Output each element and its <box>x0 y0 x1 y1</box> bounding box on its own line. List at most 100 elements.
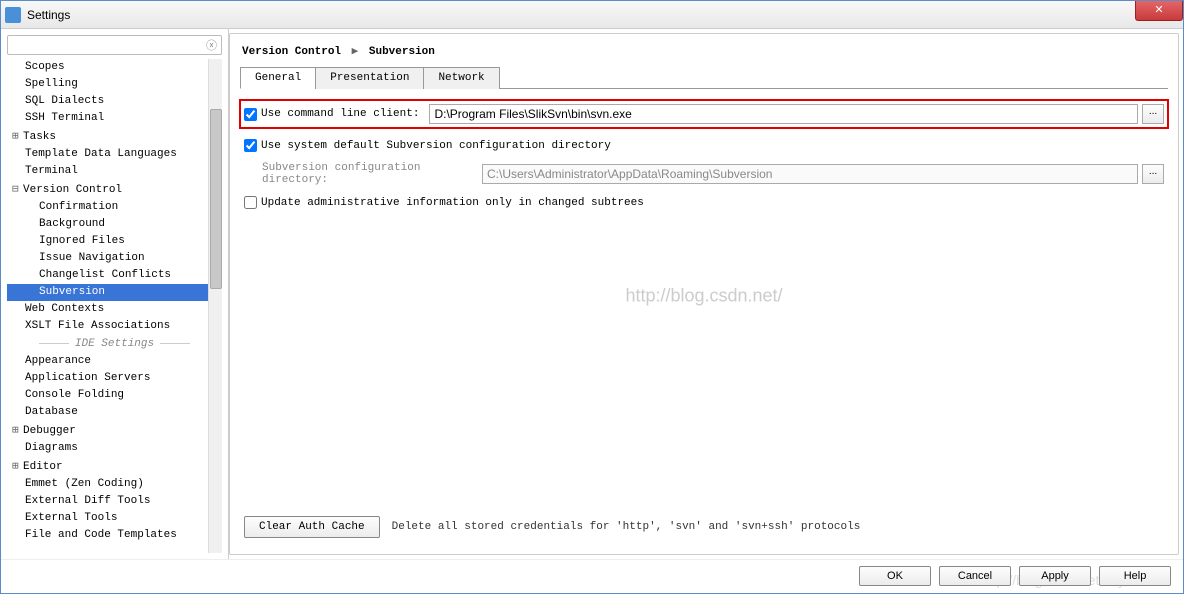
tree-item[interactable]: External Tools <box>7 510 222 527</box>
tree-item-label: External Diff Tools <box>25 495 150 507</box>
tree-item[interactable]: Diagrams <box>7 440 222 457</box>
tree-item[interactable]: ⊞Debugger <box>7 421 222 440</box>
tree-item-label: Debugger <box>23 425 76 437</box>
tree-item-label: Changelist Conflicts <box>39 269 171 281</box>
tab[interactable]: Network <box>423 67 499 89</box>
breadcrumb: Version Control ▶ Subversion <box>240 40 1168 66</box>
tree-item[interactable]: SSH Terminal <box>7 110 222 127</box>
tree-item[interactable]: Background <box>7 216 222 233</box>
config-dir-input <box>482 164 1138 184</box>
tree-item-label: Confirmation <box>39 201 118 213</box>
sidebar: ⓧ Scopes Spelling SQL Dialects SSH Terminal… <box>1 29 229 559</box>
tree-item-label: Issue Navigation <box>39 252 145 264</box>
tree-item[interactable]: External Diff Tools <box>7 493 222 510</box>
tree-item-label: Version Control <box>23 184 122 196</box>
settings-tree[interactable]: ScopesSpellingSQL DialectsSSH Terminal⊞T… <box>7 59 222 553</box>
tree-item-label: Ignored Files <box>39 235 125 247</box>
tab[interactable]: Presentation <box>315 67 424 89</box>
expand-icon[interactable]: ⊟ <box>12 181 23 196</box>
tree-item[interactable]: ⊟Version Control <box>7 180 222 199</box>
tab[interactable]: General <box>240 67 316 89</box>
tree-item-label: Spelling <box>25 78 78 90</box>
expand-icon[interactable]: ⊞ <box>12 422 23 437</box>
clear-auth-button[interactable]: Clear Auth Cache <box>244 516 380 538</box>
tree-item[interactable]: Issue Navigation <box>7 250 222 267</box>
tree-item[interactable]: Database <box>7 404 222 421</box>
app-icon <box>5 7 21 23</box>
cmdline-checkbox[interactable] <box>244 108 257 121</box>
breadcrumb-part: Version Control <box>242 46 341 58</box>
tree-item-label: Emmet (Zen Coding) <box>25 478 144 490</box>
scrollbar-thumb[interactable] <box>210 109 222 289</box>
tree-item-label: Appearance <box>25 355 91 367</box>
tab-bar: GeneralPresentationNetwork <box>240 66 1168 89</box>
tree-item[interactable]: SQL Dialects <box>7 93 222 110</box>
cmdline-path-input[interactable] <box>429 104 1138 124</box>
tree-item-label: Diagrams <box>25 442 78 454</box>
config-dir-browse-button[interactable]: ... <box>1142 164 1164 184</box>
tree-item[interactable]: Console Folding <box>7 387 222 404</box>
clear-auth-hint: Delete all stored credentials for 'http'… <box>392 521 861 533</box>
config-dir-label: Subversion configuration directory: <box>262 162 472 186</box>
close-button[interactable]: ✕ <box>1135 1 1183 21</box>
tree-item-label: Console Folding <box>25 389 124 401</box>
tree-item[interactable]: Application Servers <box>7 370 222 387</box>
tree-item-label: Terminal <box>25 165 78 177</box>
tree-scrollbar[interactable] <box>208 59 222 553</box>
tree-item-label: Subversion <box>39 286 105 298</box>
main-panel: Version Control ▶ Subversion GeneralPres… <box>229 33 1179 555</box>
tree-item[interactable]: Template Data Languages <box>7 146 222 163</box>
update-admin-row: Update administrative information only i… <box>244 196 1164 209</box>
help-button[interactable]: Help <box>1099 566 1171 586</box>
cmdline-browse-button[interactable]: ... <box>1142 104 1164 124</box>
tree-item[interactable]: XSLT File Associations <box>7 318 222 335</box>
tree-item-label: Database <box>25 406 78 418</box>
tree-item-label: SSH Terminal <box>25 112 104 124</box>
watermark-text: http://blog.csdn.net/ <box>625 285 782 306</box>
tree-item[interactable]: Scopes <box>7 59 222 76</box>
ok-button[interactable]: OK <box>859 566 931 586</box>
tree-item-label: Editor <box>23 461 63 473</box>
tree-item[interactable]: ⊞Tasks <box>7 127 222 146</box>
tree-item-label: Background <box>39 218 105 230</box>
window-title: Settings <box>27 8 70 22</box>
config-dir-row: Subversion configuration directory: ... <box>262 162 1164 186</box>
tree-item-label: External Tools <box>25 512 117 524</box>
content-area: ⓧ Scopes Spelling SQL Dialects SSH Terminal… <box>1 29 1183 559</box>
use-default-dir-row: Use system default Subversion configurat… <box>244 139 1164 152</box>
apply-button[interactable]: Apply <box>1019 566 1091 586</box>
tree-item[interactable]: Spelling <box>7 76 222 93</box>
tree-item[interactable]: Appearance <box>7 353 222 370</box>
tree-section-label: IDE Settings <box>7 335 222 353</box>
tree-item[interactable]: Ignored Files <box>7 233 222 250</box>
tree-item[interactable]: File and Code Templates <box>7 527 222 544</box>
tab-panel-general: Use command line client: ... Use system … <box>240 89 1168 548</box>
tree-item[interactable]: Changelist Conflicts <box>7 267 222 284</box>
cmdline-label: Use command line client: <box>261 108 419 120</box>
tree-item[interactable]: Subversion <box>7 284 222 301</box>
tree-item[interactable]: Terminal <box>7 163 222 180</box>
update-admin-checkbox[interactable] <box>244 196 257 209</box>
tree-item-label: XSLT File Associations <box>25 320 170 332</box>
dialog-footer: OK Cancel Apply Help <box>1 559 1183 591</box>
update-admin-label: Update administrative information only i… <box>261 197 644 209</box>
tree-item-label: Scopes <box>25 61 65 73</box>
expand-icon[interactable]: ⊞ <box>12 458 23 473</box>
expand-icon[interactable]: ⊞ <box>12 128 23 143</box>
search-input[interactable]: ⓧ <box>7 35 222 55</box>
use-default-dir-checkbox[interactable] <box>244 139 257 152</box>
tree-item[interactable]: ⊞Editor <box>7 457 222 476</box>
breadcrumb-sep-icon: ▶ <box>352 46 359 58</box>
tree-item-label: SQL Dialects <box>25 95 104 107</box>
use-default-dir-label: Use system default Subversion configurat… <box>261 140 611 152</box>
tree-item[interactable]: Web Contexts <box>7 301 222 318</box>
clear-search-icon[interactable]: ⓧ <box>206 37 217 53</box>
cancel-button[interactable]: Cancel <box>939 566 1011 586</box>
tree-item-label: File and Code Templates <box>25 529 177 541</box>
tree-item[interactable]: Confirmation <box>7 199 222 216</box>
cmdline-client-row: Use command line client: ... <box>239 99 1169 129</box>
clear-auth-row: Clear Auth Cache Delete all stored crede… <box>244 506 1164 538</box>
tree-item-label: Template Data Languages <box>25 148 177 160</box>
tree-item-label: Tasks <box>23 131 56 143</box>
tree-item[interactable]: Emmet (Zen Coding) <box>7 476 222 493</box>
